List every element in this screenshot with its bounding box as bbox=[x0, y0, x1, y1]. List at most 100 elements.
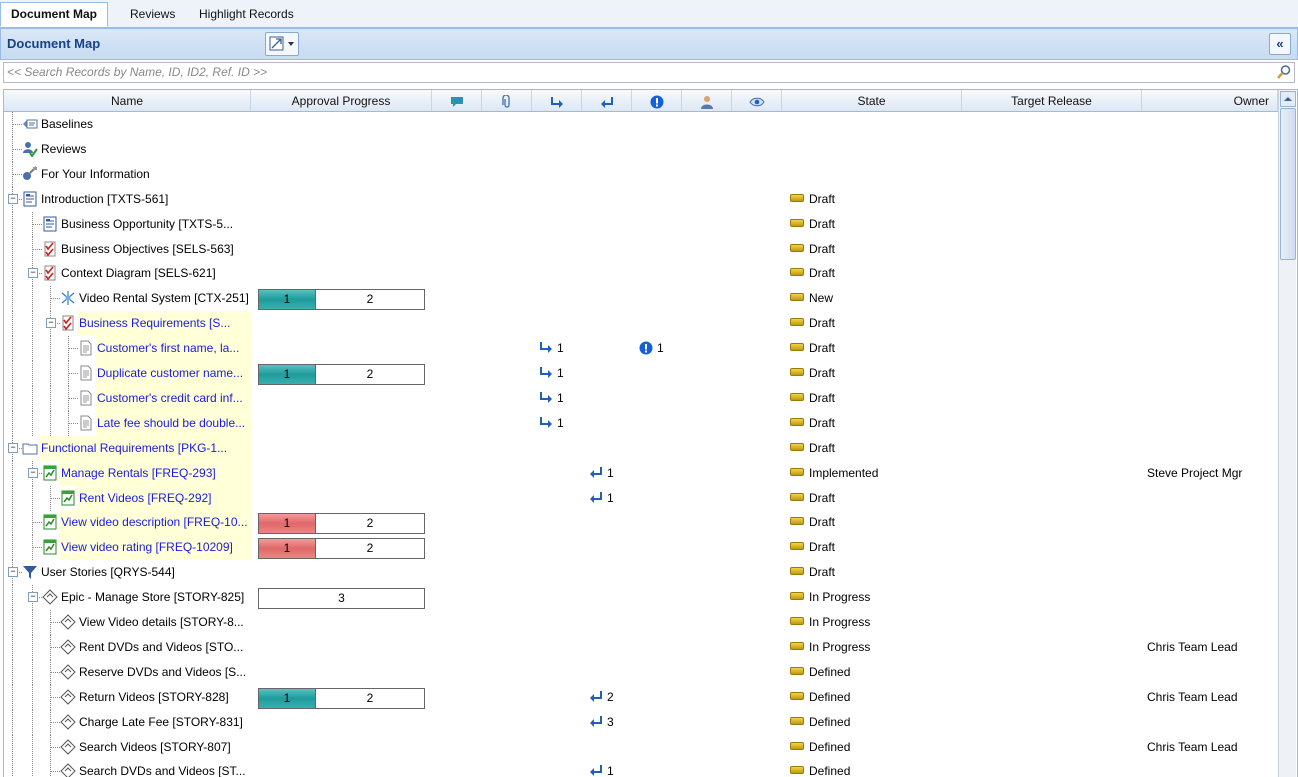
table-row[interactable]: − Epic - Manage Store [STORY-825] 3 In Prog… bbox=[4, 585, 1278, 611]
vertical-scrollbar[interactable] bbox=[1278, 90, 1296, 777]
record-name[interactable]: Reserve DVDs and Videos [S... bbox=[79, 665, 246, 679]
record-name[interactable]: Business Opportunity [TXTS-5... bbox=[61, 217, 233, 231]
column-target-release[interactable]: Target Release bbox=[962, 90, 1142, 111]
upstream-count[interactable]: 3 bbox=[607, 715, 614, 729]
collapse-toggle[interactable]: − bbox=[28, 467, 38, 478]
record-name[interactable]: User Stories [QRYS-544] bbox=[41, 565, 175, 579]
record-name[interactable]: Epic - Manage Store [STORY-825] bbox=[61, 590, 244, 604]
downstream-link-icon[interactable] bbox=[539, 391, 553, 406]
record-name[interactable]: Rent DVDs and Videos [STO... bbox=[79, 640, 243, 654]
user-icon[interactable] bbox=[682, 90, 732, 111]
downstream-link-icon[interactable] bbox=[539, 416, 553, 431]
tab-reviews[interactable]: Reviews bbox=[120, 3, 185, 26]
record-name[interactable]: Customer's first name, la... bbox=[97, 341, 239, 355]
table-row[interactable]: Search Videos [STORY-807] Defined Chris Te… bbox=[4, 734, 1278, 760]
table-row[interactable]: Business Objectives [SELS-563] Draft bbox=[4, 236, 1278, 262]
upstream-count[interactable]: 1 bbox=[607, 466, 614, 480]
upstream-count[interactable]: 2 bbox=[607, 690, 614, 704]
record-name[interactable]: Return Videos [STORY-828] bbox=[79, 690, 229, 704]
table-row[interactable]: − Manage Rentals [FREQ-293] 1 Implemented St… bbox=[4, 460, 1278, 486]
table-row[interactable]: − Business Requirements [S... Draft bbox=[4, 311, 1278, 337]
table-row[interactable]: Business Opportunity [TXTS-5... Draft bbox=[4, 211, 1278, 237]
table-row[interactable]: Reserve DVDs and Videos [S... Defined bbox=[4, 659, 1278, 685]
tab-document-map[interactable]: Document Map bbox=[0, 2, 109, 27]
table-row[interactable]: − User Stories [QRYS-544] Draft bbox=[4, 560, 1278, 586]
downstream-link-icon[interactable] bbox=[539, 366, 553, 381]
downstream-count[interactable]: 1 bbox=[557, 366, 564, 380]
scroll-up-button[interactable] bbox=[1280, 91, 1296, 107]
table-row[interactable]: Rent DVDs and Videos [STO... In Progress C… bbox=[4, 634, 1278, 660]
table-row[interactable]: Search DVDs and Videos [ST... 1 Defined bbox=[4, 759, 1278, 777]
table-row[interactable]: Rent Videos [FREQ-292] 1 Draft bbox=[4, 485, 1278, 511]
table-row[interactable]: Reviews bbox=[4, 136, 1278, 162]
column-state[interactable]: State bbox=[782, 90, 962, 111]
upstream-count[interactable]: 1 bbox=[607, 764, 614, 777]
downstream-count[interactable]: 1 bbox=[557, 416, 564, 430]
downstream-link-icon[interactable] bbox=[532, 90, 582, 111]
downstream-count[interactable]: 1 bbox=[557, 391, 564, 405]
comment-icon[interactable] bbox=[432, 90, 482, 111]
watch-icon[interactable] bbox=[732, 90, 782, 111]
record-name[interactable]: Manage Rentals [FREQ-293] bbox=[61, 466, 216, 480]
tab-highlight-records[interactable]: Highlight Records bbox=[189, 3, 304, 26]
suspect-count[interactable]: 1 bbox=[657, 341, 664, 355]
collapse-toggle[interactable]: − bbox=[28, 592, 38, 603]
collapse-toggle[interactable]: − bbox=[28, 268, 38, 279]
attachment-icon[interactable] bbox=[482, 90, 532, 111]
table-row[interactable]: − Introduction [TXTS-561] Draft bbox=[4, 186, 1278, 212]
column-approval-progress[interactable]: Approval Progress bbox=[251, 90, 432, 111]
table-row[interactable]: Customer's first name, la... 1 1 Draft bbox=[4, 336, 1278, 362]
record-name[interactable]: Search Videos [STORY-807] bbox=[79, 740, 231, 754]
table-row[interactable]: View video rating [FREQ-10209] 1 2 Draft bbox=[4, 535, 1278, 561]
record-name[interactable]: For Your Information bbox=[41, 167, 150, 181]
table-row[interactable]: View Video details [STORY-8... In Progres… bbox=[4, 610, 1278, 635]
downstream-count[interactable]: 1 bbox=[557, 341, 564, 355]
table-row[interactable]: Video Rental System [CTX-251] 1 2 New bbox=[4, 286, 1278, 312]
table-row[interactable]: Duplicate customer name... 1 2 1 Draft bbox=[4, 361, 1278, 386]
record-name[interactable]: Functional Requirements [PKG-1... bbox=[41, 441, 227, 455]
collapse-toggle[interactable]: − bbox=[8, 567, 18, 578]
record-name[interactable]: Business Requirements [S... bbox=[79, 316, 230, 330]
table-row[interactable]: − Context Diagram [SELS-621] Draft bbox=[4, 261, 1278, 287]
record-name[interactable]: View video description [FREQ-10... bbox=[61, 515, 248, 529]
record-name[interactable]: Video Rental System [CTX-251] bbox=[79, 291, 249, 305]
suspect-icon[interactable] bbox=[639, 341, 653, 358]
upstream-count[interactable]: 1 bbox=[607, 491, 614, 505]
record-name[interactable]: Charge Late Fee [STORY-831] bbox=[79, 715, 243, 729]
table-row[interactable]: Return Videos [STORY-828] 1 2 2 Defined Chris… bbox=[4, 684, 1278, 710]
record-name[interactable]: View video rating [FREQ-10209] bbox=[61, 540, 233, 554]
table-row[interactable]: Baselines bbox=[4, 112, 1278, 137]
collapse-panel-button[interactable]: « bbox=[1269, 33, 1291, 55]
collapse-toggle[interactable]: − bbox=[8, 193, 18, 204]
search-icon[interactable] bbox=[1276, 64, 1292, 83]
collapse-toggle[interactable]: − bbox=[8, 442, 18, 453]
record-name[interactable]: Business Objectives [SELS-563] bbox=[61, 242, 234, 256]
table-row[interactable]: Charge Late Fee [STORY-831] 3 Defined bbox=[4, 709, 1278, 735]
upstream-link-icon[interactable] bbox=[589, 491, 603, 506]
record-name[interactable]: Search DVDs and Videos [ST... bbox=[79, 764, 246, 777]
table-row[interactable]: For Your Information bbox=[4, 161, 1278, 187]
table-row[interactable]: View video description [FREQ-10... 1 2 Draf… bbox=[4, 510, 1278, 536]
record-name[interactable]: Reviews bbox=[41, 142, 86, 156]
table-row[interactable]: Customer's credit card inf... 1 Draft bbox=[4, 385, 1278, 411]
column-owner[interactable]: Owner bbox=[1142, 90, 1278, 111]
upstream-link-icon[interactable] bbox=[589, 764, 603, 777]
record-name[interactable]: Context Diagram [SELS-621] bbox=[61, 266, 216, 280]
search-input[interactable] bbox=[4, 63, 1260, 80]
table-row[interactable]: Late fee should be double... 1 Draft bbox=[4, 410, 1278, 436]
upstream-link-icon[interactable] bbox=[589, 690, 603, 705]
table-row[interactable]: − Functional Requirements [PKG-1... Draft bbox=[4, 435, 1278, 461]
record-name[interactable]: Rent Videos [FREQ-292] bbox=[79, 491, 212, 505]
record-name[interactable]: Duplicate customer name... bbox=[97, 366, 243, 380]
upstream-link-icon[interactable] bbox=[589, 715, 603, 730]
scrollbar-thumb[interactable] bbox=[1280, 108, 1296, 260]
record-name[interactable]: Baselines bbox=[41, 117, 93, 131]
upstream-link-icon[interactable] bbox=[589, 466, 603, 481]
collapse-toggle[interactable]: − bbox=[46, 318, 56, 329]
record-name[interactable]: Customer's credit card inf... bbox=[97, 391, 243, 405]
record-name[interactable]: Late fee should be double... bbox=[97, 416, 245, 430]
view-options-button[interactable] bbox=[265, 32, 299, 56]
record-name[interactable]: View Video details [STORY-8... bbox=[79, 615, 244, 629]
column-name[interactable]: Name bbox=[4, 90, 251, 111]
downstream-link-icon[interactable] bbox=[539, 341, 553, 356]
